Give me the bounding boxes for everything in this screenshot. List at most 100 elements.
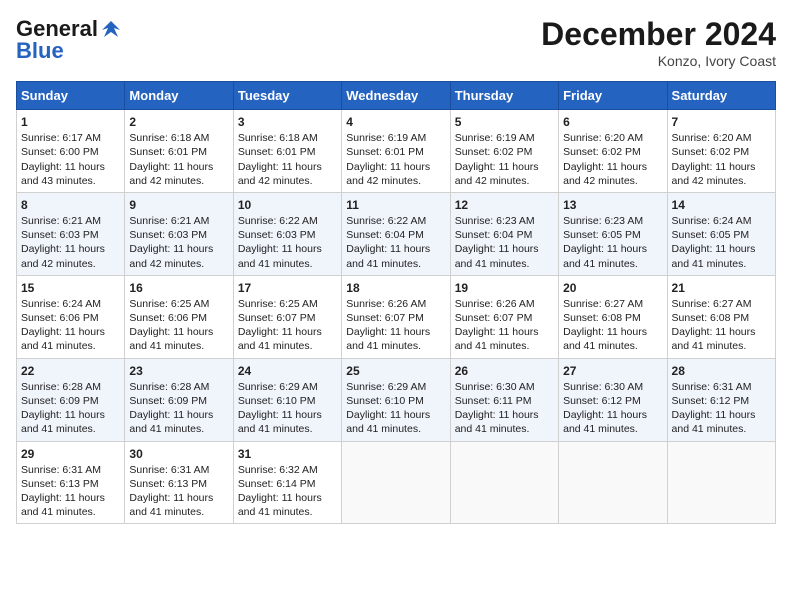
day-cell-23: 23Sunrise: 6:28 AMSunset: 6:09 PMDayligh… [125,358,233,441]
title-area: December 2024 Konzo, Ivory Coast [541,16,776,69]
calendar-week-3: 15 Sunrise: 6:24 AM Sunset: 6:06 PM Dayligh… [17,275,776,358]
col-monday: Monday [125,82,233,110]
day-cell-3: 3Sunrise: 6:18 AMSunset: 6:01 PMDaylight… [233,110,341,193]
day-cell-29: 29Sunrise: 6:31 AMSunset: 6:13 PMDayligh… [17,441,125,524]
sunrise: Sunrise: 6:21 AM [129,215,209,227]
col-thursday: Thursday [450,82,558,110]
day-cell-8: 8Sunrise: 6:21 AMSunset: 6:03 PMDaylight… [17,192,125,275]
sunrise: Sunrise: 6:31 AM [21,464,101,476]
sunrise: Sunrise: 6:21 AM [21,215,101,227]
daylight: Daylight: 11 hours and 41 minutes. [238,409,322,435]
logo-blue: Blue [16,38,64,64]
day-number: 24 [238,363,337,379]
sunrise: Sunrise: 6:31 AM [129,464,209,476]
empty-cell [667,441,775,524]
daylight: Daylight: 11 hours and 41 minutes. [238,492,322,518]
sunrise: Sunrise: 6:24 AM [21,298,101,310]
sunrise: Sunrise: 6:19 AM [346,132,426,144]
daylight: Daylight: 11 hours and 42 minutes. [129,161,213,187]
sunrise: Sunrise: 6:20 AM [672,132,752,144]
daylight: Daylight: 11 hours and 41 minutes. [21,326,105,352]
sunset: Sunset: 6:03 PM [21,229,99,241]
day-cell-5: 5Sunrise: 6:19 AMSunset: 6:02 PMDaylight… [450,110,558,193]
day-number: 29 [21,446,120,462]
daylight: Daylight: 11 hours and 41 minutes. [346,243,430,269]
sunset: Sunset: 6:10 PM [346,395,424,407]
sunrise: Sunrise: 6:20 AM [563,132,643,144]
day-number: 19 [455,280,554,296]
sunrise: Sunrise: 6:24 AM [672,215,752,227]
sunrise: Sunrise: 6:28 AM [129,381,209,393]
col-friday: Friday [559,82,667,110]
day-number: 25 [346,363,445,379]
sunset: Sunset: 6:11 PM [455,395,532,407]
sunset: Sunset: 6:10 PM [238,395,316,407]
sunset: Sunset: 6:06 PM [129,312,207,324]
day-number: 5 [455,114,554,130]
day-number: 26 [455,363,554,379]
sunset: Sunset: 6:09 PM [129,395,207,407]
sunset: Sunset: 6:12 PM [672,395,750,407]
day-number: 30 [129,446,228,462]
day-number: 9 [129,197,228,213]
daylight: Daylight: 11 hours and 41 minutes. [672,243,756,269]
sunset: Sunset: 6:08 PM [563,312,641,324]
location-subtitle: Konzo, Ivory Coast [541,53,776,69]
daylight: Daylight: 11 hours and 41 minutes. [129,409,213,435]
day-cell-24: 24 Sunrise: 6:29 AM Sunset: 6:10 PM Dayligh… [233,358,341,441]
sunset: Sunset: 6:07 PM [346,312,424,324]
sunset: Sunset: 6:09 PM [21,395,99,407]
day-number: 22 [21,363,120,379]
sunrise: Sunrise: 6:32 AM [238,464,318,476]
calendar-week-2: 8Sunrise: 6:21 AMSunset: 6:03 PMDaylight… [17,192,776,275]
daylight: Daylight: 11 hours and 41 minutes. [238,243,322,269]
sunrise: Sunrise: 6:29 AM [238,381,318,393]
sunset: Sunset: 6:05 PM [563,229,641,241]
sunset: Sunset: 6:01 PM [238,146,316,158]
sunrise: Sunrise: 6:26 AM [346,298,426,310]
day-number: 10 [238,197,337,213]
daylight: Daylight: 11 hours and 42 minutes. [672,161,756,187]
day-cell-12: 12Sunrise: 6:23 AMSunset: 6:04 PMDayligh… [450,192,558,275]
sunrise: Sunrise: 6:18 AM [129,132,209,144]
day-cell-26: 26Sunrise: 6:30 AMSunset: 6:11 PMDayligh… [450,358,558,441]
col-tuesday: Tuesday [233,82,341,110]
day-number: 2 [129,114,228,130]
daylight: Daylight: 11 hours and 41 minutes. [129,326,213,352]
day-number: 3 [238,114,337,130]
sunrise: Sunrise: 6:27 AM [672,298,752,310]
daylight: Daylight: 11 hours and 41 minutes. [455,409,539,435]
day-cell-9: 9Sunrise: 6:21 AMSunset: 6:03 PMDaylight… [125,192,233,275]
day-cell-30: 30Sunrise: 6:31 AMSunset: 6:13 PMDayligh… [125,441,233,524]
calendar-week-5: 29Sunrise: 6:31 AMSunset: 6:13 PMDayligh… [17,441,776,524]
col-sunday: Sunday [17,82,125,110]
day-cell-18: 18 Sunrise: 6:26 AM Sunset: 6:07 PM Dayligh… [342,275,450,358]
day-cell-27: 27Sunrise: 6:30 AMSunset: 6:12 PMDayligh… [559,358,667,441]
col-wednesday: Wednesday [342,82,450,110]
daylight: Daylight: 11 hours and 41 minutes. [346,326,430,352]
sunrise: Sunrise: 6:31 AM [672,381,752,393]
daylight: Daylight: 11 hours and 41 minutes. [563,326,647,352]
daylight: Daylight: 11 hours and 41 minutes. [672,409,756,435]
logo-bird-icon [100,18,122,40]
sunset: Sunset: 6:03 PM [238,229,316,241]
day-number: 18 [346,280,445,296]
day-cell-31: 31Sunrise: 6:32 AMSunset: 6:14 PMDayligh… [233,441,341,524]
sunset: Sunset: 6:04 PM [346,229,424,241]
day-number: 21 [672,280,771,296]
sunrise: Sunrise: 6:22 AM [346,215,426,227]
daylight: Daylight: 11 hours and 41 minutes. [21,409,105,435]
day-cell-20: 20Sunrise: 6:27 AMSunset: 6:08 PMDayligh… [559,275,667,358]
daylight: Daylight: 11 hours and 41 minutes. [455,326,539,352]
logo: General Blue [16,16,122,64]
empty-cell [559,441,667,524]
sunrise: Sunrise: 6:22 AM [238,215,318,227]
daylight: Daylight: 11 hours and 41 minutes. [563,243,647,269]
calendar-week-4: 22 Sunrise: 6:28 AM Sunset: 6:09 PM Dayligh… [17,358,776,441]
sunrise: Sunrise: 6:30 AM [563,381,643,393]
daylight: Daylight: 11 hours and 41 minutes. [672,326,756,352]
calendar-table: Sunday Monday Tuesday Wednesday Thursday… [16,81,776,524]
daylight: Daylight: 11 hours and 43 minutes. [21,161,105,187]
day-cell-25: 25Sunrise: 6:29 AMSunset: 6:10 PMDayligh… [342,358,450,441]
day-number: 15 [21,280,120,296]
